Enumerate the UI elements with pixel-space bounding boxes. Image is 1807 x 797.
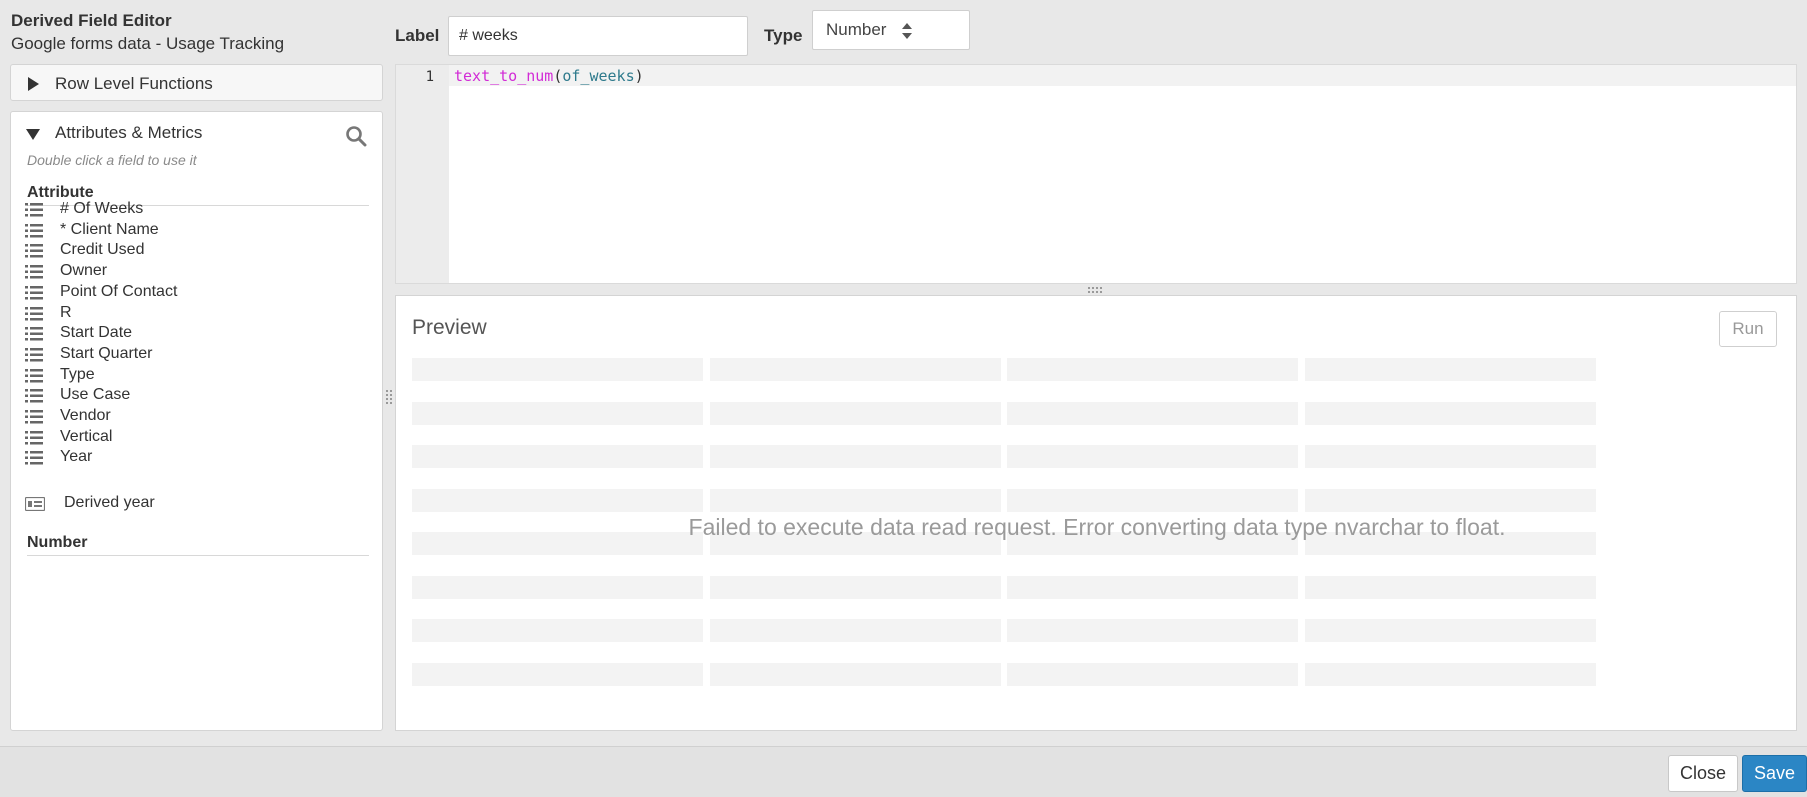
list-icon [25,347,43,362]
attributes-metrics-title[interactable]: Attributes & Metrics [55,123,202,143]
list-icon [25,410,43,424]
placeholder-cell [1304,445,1596,468]
preview-title: Preview [412,316,487,339]
placeholder-cell [1007,575,1298,599]
code-close-paren: ) [634,67,644,85]
list-icon [25,451,43,465]
collapse-arrow-icon[interactable] [26,129,40,140]
attribute-label: R [60,303,72,321]
placeholder-cell [1007,401,1298,425]
placeholder-cell [709,662,1001,686]
placeholder-cell [1304,358,1596,381]
label-caption: Label [395,26,440,45]
attribute-label: * Client Name [60,220,159,238]
number-heading: Number [27,534,369,556]
line-number: 1 [425,69,434,85]
type-select[interactable]: Number [812,10,970,50]
row-level-functions-label: Row Level Functions [55,74,213,93]
list-icon [25,389,43,403]
placeholder-cell [412,358,703,381]
placeholder-cell [1304,401,1596,425]
updown-arrows-icon [902,23,912,39]
vertical-resize-handle-icon[interactable] [386,390,392,406]
preview-panel: Preview Run Failed to execute data read … [395,295,1797,731]
list-icon [25,306,43,320]
code-editor[interactable]: 1 text_to_num(of_weeks) [395,64,1797,284]
placeholder-cell [1304,662,1596,686]
placeholder-cell [412,619,703,642]
attribute-label: Year [60,448,93,466]
placeholder-cell [709,488,1001,512]
placeholder-cell [1007,619,1298,642]
header-subtitle: Google forms data - Usage Tracking [11,34,285,53]
footer-bar: Close Save [0,746,1807,797]
editor-gutter: 1 [396,65,449,283]
list-icon [25,223,43,238]
horizontal-resize-handle-icon[interactable] [1088,287,1104,293]
attribute-label: # Of Weeks [60,200,144,217]
search-icon[interactable] [345,125,367,147]
placeholder-cell [412,575,703,599]
attribute-label: Use Case [60,386,131,404]
type-caption: Type [764,26,803,45]
list-icon [25,285,43,300]
placeholder-cell [1007,445,1298,468]
attribute-label: Point Of Contact [60,282,178,300]
type-select-value: Number [826,20,887,39]
list-icon [25,265,43,279]
attribute-label: Start Date [60,324,133,342]
row-level-functions-panel[interactable]: Row Level Functions [10,64,383,101]
usage-hint: Double click a field to use it [27,152,197,168]
code-line[interactable]: text_to_num(of_weeks) [454,67,644,85]
placeholder-cell [1304,488,1596,512]
run-button[interactable]: Run [1719,311,1777,347]
placeholder-cell [1304,619,1596,642]
number-label: Derived year [64,494,155,511]
code-function-token: text_to_num [454,67,554,85]
label-input[interactable]: # weeks [448,16,748,56]
placeholder-cell [709,358,1001,381]
list-icon [25,244,43,258]
attribute-label: Owner [60,262,108,280]
placeholder-cell [1007,358,1298,381]
placeholder-cell [412,662,703,686]
placeholder-cell [1007,662,1298,686]
error-message: Failed to execute data read request. Err… [688,514,1506,540]
list-icon [25,327,43,341]
attribute-label: Start Quarter [60,344,153,362]
list-icon [25,430,43,445]
placeholder-cell [1304,575,1596,599]
placeholder-cell [709,445,1001,468]
placeholder-cell [412,488,703,512]
attribute-label: Vertical [60,427,113,445]
attributes-metrics-panel: Attributes & Metrics Double click a fiel… [10,111,383,731]
number-field-icon [25,497,45,511]
close-button[interactable]: Close [1668,755,1738,792]
placeholder-cell [412,401,703,425]
list-icon [25,203,43,217]
attribute-label: Type [60,365,95,383]
header-title: Derived Field Editor [11,11,172,30]
placeholder-cell [709,619,1001,642]
placeholder-cell [709,575,1001,599]
code-argument-token: of_weeks [562,67,635,85]
expand-arrow-icon [28,77,39,91]
placeholder-cell [412,445,703,468]
save-button[interactable]: Save [1742,755,1807,792]
placeholder-cell [709,401,1001,425]
placeholder-cell [1007,488,1298,512]
list-icon [25,368,43,383]
attribute-label: Vendor [60,407,111,424]
attribute-label: Credit Used [60,241,145,259]
active-line-highlight [449,65,1796,86]
